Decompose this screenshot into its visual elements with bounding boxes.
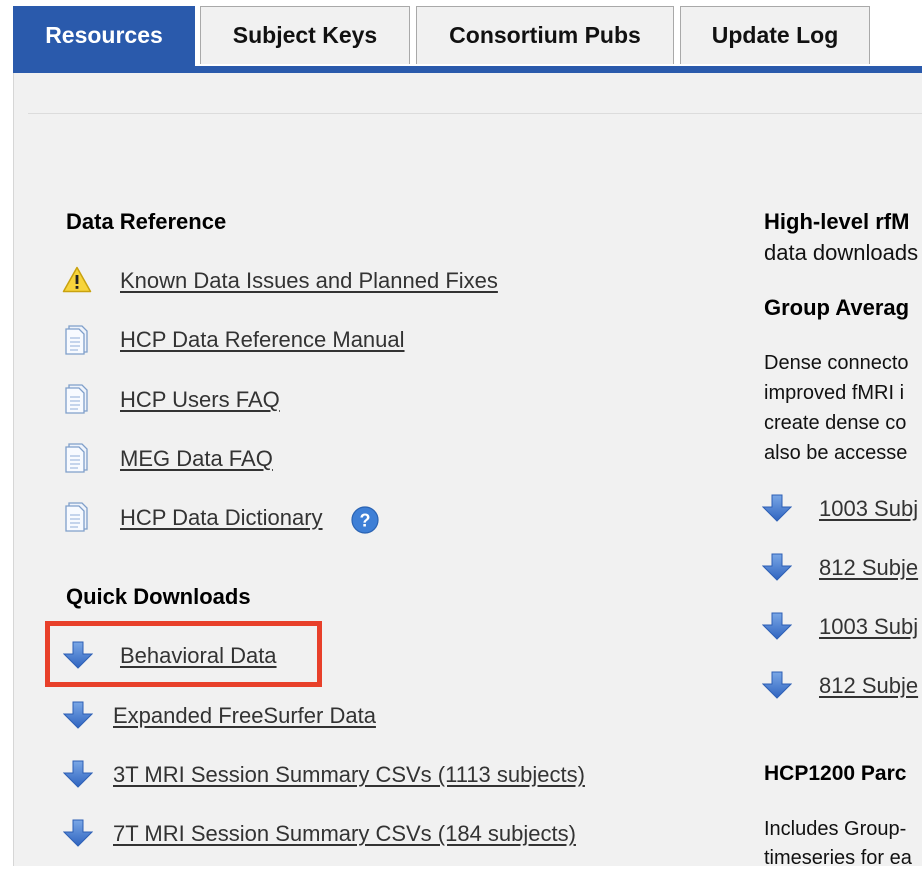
download-link-1003-b[interactable]: 1003 Subj — [819, 614, 918, 640]
rfmri-subtext: data downloads — [764, 240, 919, 265]
users-faq-link[interactable]: HCP Users FAQ — [120, 387, 280, 413]
document-icon — [64, 502, 90, 532]
document-icon — [64, 325, 90, 355]
paragraph-line: Dense connecto — [764, 352, 909, 374]
download-arrow-icon — [63, 760, 93, 788]
download-arrow-icon — [63, 641, 93, 669]
download-arrow-icon — [762, 494, 792, 522]
download-link-812-b[interactable]: 812 Subje — [819, 673, 918, 699]
download-arrow-icon — [762, 612, 792, 640]
tab-update-log[interactable]: Update Log — [680, 6, 870, 64]
download-arrow-icon — [762, 553, 792, 581]
download-arrow-icon — [63, 819, 93, 847]
paragraph-line: Includes Group- — [764, 818, 907, 840]
help-icon-glyph: ? — [360, 511, 371, 531]
warning-icon — [62, 266, 92, 293]
help-icon[interactable]: ? — [351, 506, 379, 534]
meg-data-faq-link[interactable]: MEG Data FAQ — [120, 446, 273, 472]
divider — [28, 113, 922, 114]
group-average-heading: Group Averag — [764, 295, 910, 320]
tab-bar: Resources Subject Keys Consortium Pubs U… — [0, 0, 922, 74]
tab-resources[interactable]: Resources — [13, 6, 195, 74]
download-arrow-icon — [762, 671, 792, 699]
data-dictionary-link[interactable]: HCP Data Dictionary — [120, 505, 323, 531]
paragraph-line: create dense co — [764, 412, 907, 434]
tab-consortium-pubs[interactable]: Consortium Pubs — [416, 6, 674, 64]
paragraph-line: improved fMRI i — [764, 382, 905, 404]
quick-downloads-heading: Quick Downloads — [66, 584, 251, 609]
data-reference-heading: Data Reference — [66, 209, 227, 234]
download-link-812-a[interactable]: 812 Subje — [819, 555, 918, 581]
expanded-freesurfer-link[interactable]: Expanded FreeSurfer Data — [113, 703, 376, 729]
behavioral-data-link[interactable]: Behavioral Data — [120, 643, 277, 669]
paragraph-line: also be accesse — [764, 442, 908, 464]
3t-session-summary-link[interactable]: 3T MRI Session Summary CSVs (1113 subjec… — [113, 762, 585, 788]
7t-session-summary-link[interactable]: 7T MRI Session Summary CSVs (184 subject… — [113, 821, 576, 847]
hcp1200-heading: HCP1200 Parc — [764, 762, 907, 785]
document-icon — [64, 384, 90, 414]
download-link-1003-a[interactable]: 1003 Subj — [819, 496, 918, 522]
known-data-issues-link[interactable]: Known Data Issues and Planned Fixes — [120, 268, 498, 294]
tab-underline — [13, 66, 922, 73]
tab-subject-keys[interactable]: Subject Keys — [200, 6, 410, 64]
download-arrow-icon — [63, 701, 93, 729]
rfmri-heading: High-level rfM — [764, 209, 910, 234]
paragraph-line: timeseries for ea — [764, 847, 912, 869]
document-icon — [64, 443, 90, 473]
data-reference-manual-link[interactable]: HCP Data Reference Manual — [120, 327, 405, 353]
